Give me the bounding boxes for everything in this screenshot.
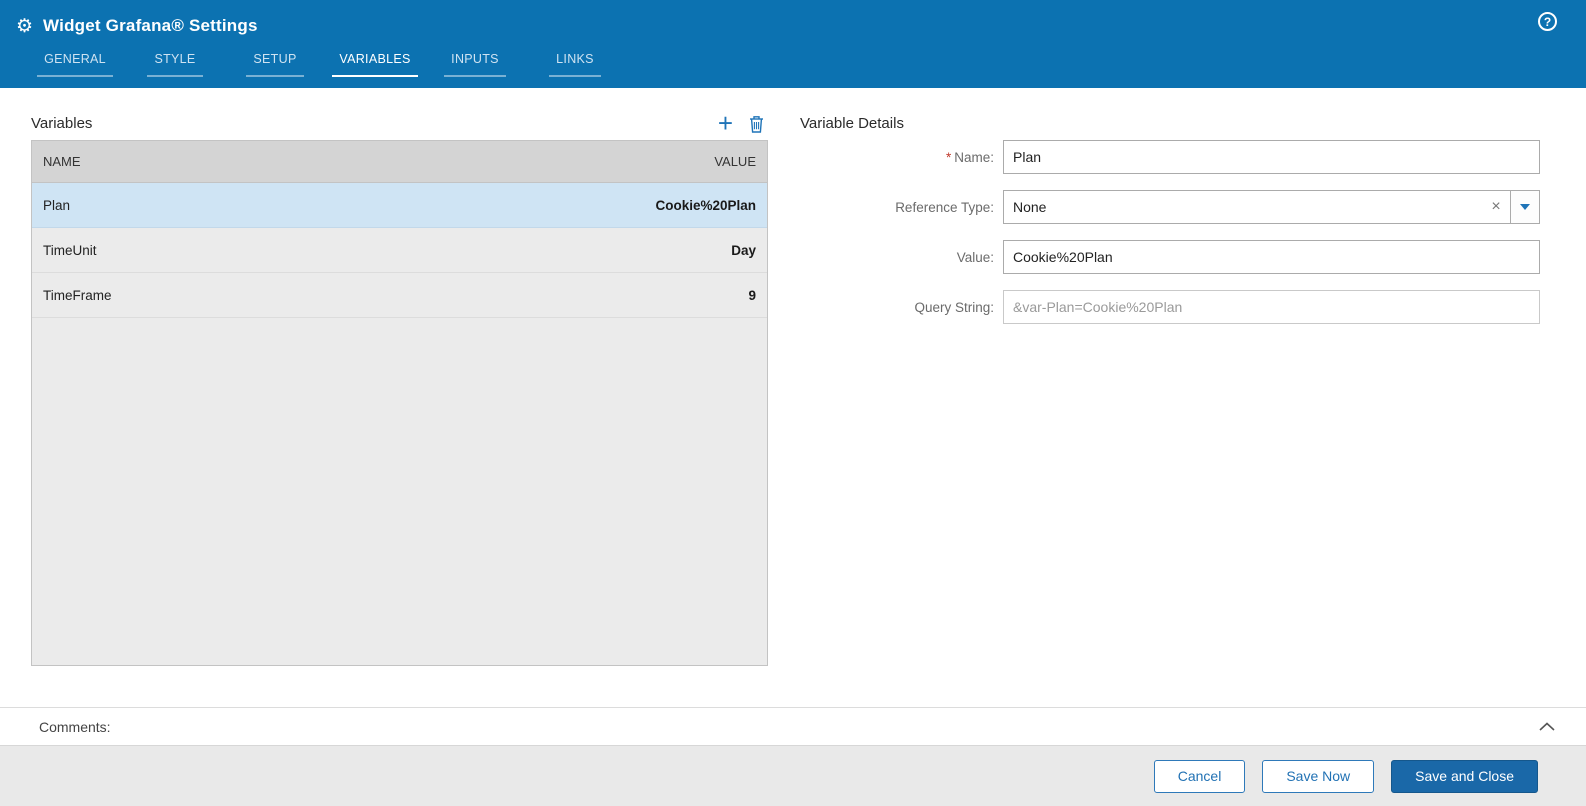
widget-settings-window: ⚙ Widget Grafana® Settings ? GENERAL STY…: [0, 0, 1586, 806]
title-row: ⚙ Widget Grafana® Settings: [0, 0, 1586, 40]
chevron-up-icon: [1539, 722, 1555, 731]
value-label: Value:: [800, 250, 1003, 265]
column-value: VALUE: [714, 154, 756, 169]
save-now-button[interactable]: Save Now: [1262, 760, 1374, 793]
query-string-field: [1003, 290, 1540, 324]
row-name: TimeUnit: [43, 243, 97, 258]
value-field[interactable]: [1003, 240, 1540, 274]
tab-links[interactable]: LINKS: [525, 52, 625, 77]
footer-bar: Cancel Save Now Save and Close: [0, 745, 1586, 806]
row-value: 9: [748, 288, 756, 303]
details-title: Variable Details: [800, 115, 904, 132]
comments-bar: Comments:: [0, 707, 1586, 745]
table-row-timeunit[interactable]: TimeUnit Day: [32, 228, 767, 273]
table-empty-area: [32, 318, 767, 665]
window-title: Widget Grafana® Settings: [43, 16, 258, 36]
reference-type-value: None: [1004, 191, 1482, 223]
collapse-comments-button[interactable]: [1539, 722, 1555, 731]
value-row: Value:: [800, 240, 1540, 274]
row-name: Plan: [43, 198, 70, 213]
variables-table-header: NAME VALUE: [32, 141, 767, 183]
details-form: *Name: Reference Type: None × Value: Que: [800, 140, 1540, 324]
dropdown-arrow-button[interactable]: [1510, 191, 1539, 223]
variables-panel-header: Variables +: [31, 106, 768, 140]
tab-variables[interactable]: VARIABLES: [325, 52, 425, 77]
clear-icon[interactable]: ×: [1482, 191, 1510, 223]
reference-type-dropdown[interactable]: None ×: [1003, 190, 1540, 224]
table-row-plan[interactable]: Plan Cookie%20Plan: [32, 183, 767, 228]
tab-bar: GENERAL STYLE SETUP VARIABLES INPUTS LIN…: [25, 52, 1586, 77]
required-marker: *: [946, 150, 951, 165]
cancel-button[interactable]: Cancel: [1154, 760, 1246, 793]
delete-variable-button[interactable]: [749, 113, 764, 133]
reference-type-row: Reference Type: None ×: [800, 190, 1540, 224]
variables-actions: +: [718, 113, 768, 133]
tab-inputs[interactable]: INPUTS: [425, 52, 525, 77]
query-string-label: Query String:: [800, 300, 1003, 315]
tab-style[interactable]: STYLE: [125, 52, 225, 77]
chevron-down-icon: [1520, 204, 1530, 210]
comments-label: Comments:: [39, 719, 111, 735]
variable-details-panel: Variable Details *Name: Reference Type: …: [800, 106, 1540, 340]
row-value: Cookie%20Plan: [655, 198, 756, 213]
gear-icon: ⚙: [16, 17, 33, 36]
row-value: Day: [731, 243, 756, 258]
add-variable-button[interactable]: +: [718, 114, 733, 132]
column-name: NAME: [43, 154, 81, 169]
name-row: *Name:: [800, 140, 1540, 174]
titlebar: ⚙ Widget Grafana® Settings ? GENERAL STY…: [0, 0, 1586, 88]
row-name: TimeFrame: [43, 288, 112, 303]
table-row-timeframe[interactable]: TimeFrame 9: [32, 273, 767, 318]
help-icon[interactable]: ?: [1538, 12, 1557, 31]
save-and-close-button[interactable]: Save and Close: [1391, 760, 1538, 793]
name-label: *Name:: [800, 150, 1003, 165]
trash-icon: [749, 115, 764, 133]
reference-type-label: Reference Type:: [800, 200, 1003, 215]
name-field[interactable]: [1003, 140, 1540, 174]
tab-setup[interactable]: SETUP: [225, 52, 325, 77]
variables-title: Variables: [31, 115, 92, 132]
query-string-row: Query String:: [800, 290, 1540, 324]
variables-table: NAME VALUE Plan Cookie%20Plan TimeUnit D…: [31, 140, 768, 666]
variables-panel: Variables + NAME VALUE Plan: [31, 106, 768, 666]
tab-general[interactable]: GENERAL: [25, 52, 125, 77]
details-panel-header: Variable Details: [800, 106, 1540, 140]
